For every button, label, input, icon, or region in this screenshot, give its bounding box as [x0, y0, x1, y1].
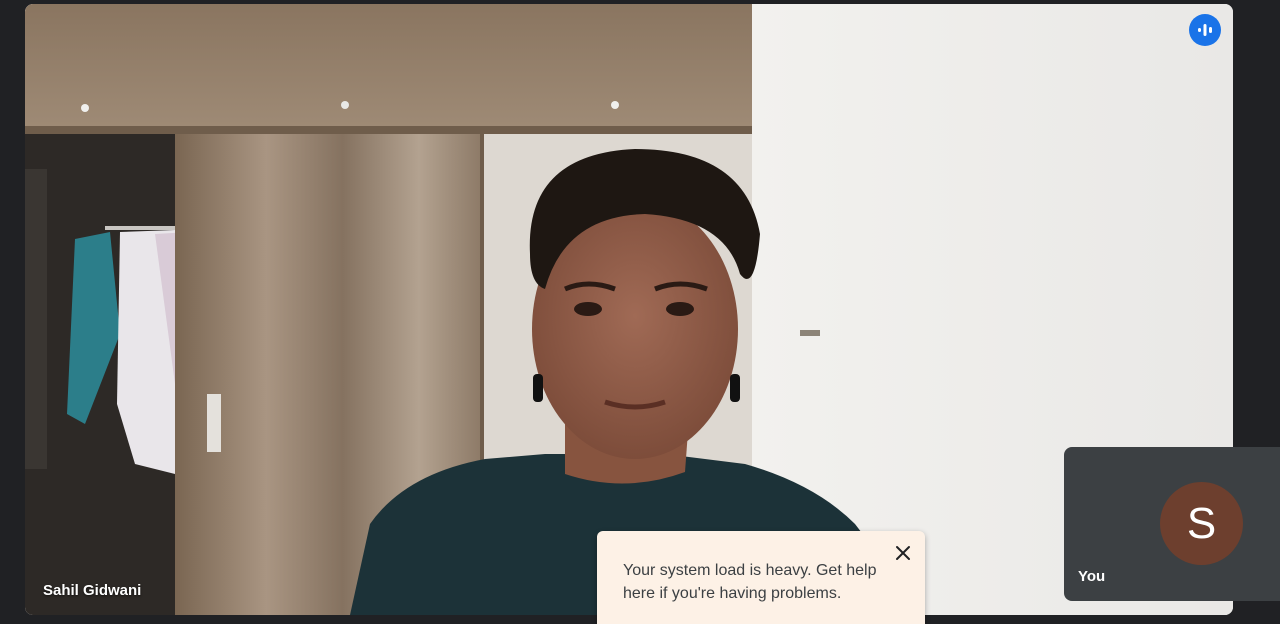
- participant-video-tile[interactable]: Sahil Gidwani: [25, 4, 1233, 615]
- system-load-notification: Your system load is heavy. Get help here…: [597, 531, 925, 624]
- self-video-tile[interactable]: S You: [1064, 447, 1280, 601]
- close-icon[interactable]: [891, 541, 915, 565]
- audio-level-icon: [1189, 14, 1221, 46]
- meeting-stage: Sahil Gidwani S You Your system load is …: [0, 0, 1280, 624]
- participant-video-feed: [25, 4, 1233, 615]
- participant-name-label: Sahil Gidwani: [43, 582, 142, 599]
- notification-message[interactable]: Your system load is heavy. Get help here…: [623, 559, 903, 605]
- self-name-label: You: [1078, 568, 1106, 585]
- avatar: S: [1160, 482, 1243, 565]
